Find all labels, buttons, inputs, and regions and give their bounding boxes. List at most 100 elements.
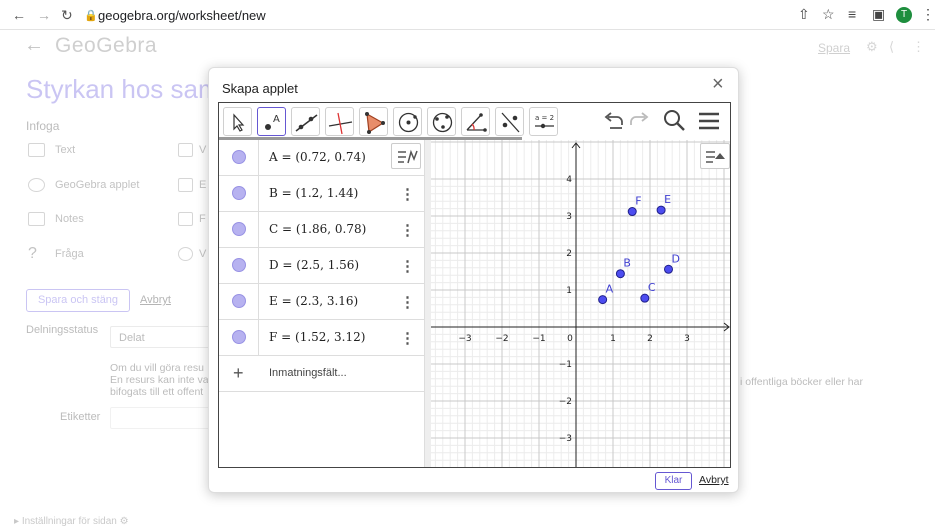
insert-question[interactable]: ? Fråga [28, 246, 84, 262]
polygon-tool-button[interactable] [359, 107, 388, 136]
x-tick-label: 2 [647, 334, 653, 344]
slider-tool-button[interactable]: a = 2 [529, 107, 558, 136]
more-options-icon[interactable]: ⋮ [400, 185, 415, 203]
coordinate-plane[interactable]: −3 −2 −1 0 1 2 3 −3 −2 −1 1 2 3 4 AB C D E F [431, 140, 730, 467]
share-icon[interactable]: ⇧ [798, 6, 810, 23]
input-row[interactable]: + Inmatningsfält... [219, 356, 425, 392]
x-tick-label: 3 [684, 334, 690, 344]
angle-tool-icon [466, 113, 487, 132]
search-icon[interactable] [662, 108, 688, 139]
back-icon[interactable]: ← [24, 34, 44, 57]
forward-arrow-icon[interactable]: → [37, 7, 51, 23]
visibility-toggle[interactable] [232, 330, 246, 344]
graphics-style-icon [706, 151, 725, 163]
applet-toolbar: A a = 2 [219, 103, 730, 140]
perpendicular-tool-icon [328, 112, 353, 135]
undo-icon[interactable] [601, 108, 627, 139]
graphics-view[interactable]: −3 −2 −1 0 1 2 3 −3 −2 −1 1 2 3 4 A B C D E F [431, 140, 730, 467]
more-options-icon[interactable]: ⋮ [400, 329, 415, 347]
more-options-icon[interactable]: ⋮ [400, 221, 415, 239]
insert-text[interactable]: Text [28, 143, 75, 157]
algebra-row[interactable]: B = (1.2, 1.44) ⋮ [219, 176, 425, 212]
x-tick-label: −1 [532, 334, 545, 344]
point-B [615, 269, 625, 279]
algebra-expression[interactable]: B = (1.2, 1.44) [269, 186, 358, 200]
visibility-toggle[interactable] [232, 258, 246, 272]
point-C [640, 293, 650, 303]
insert-geogebra-applet[interactable]: GeoGebra applet [28, 178, 139, 192]
algebra-expression[interactable]: C = (1.86, 0.78) [269, 222, 366, 236]
algebra-expression[interactable]: E = (2.3, 3.16) [269, 294, 358, 308]
point-label-B: B [623, 257, 631, 270]
reflect-tool-button[interactable] [495, 107, 524, 136]
geogebra-applet: A a = 2 A = (0.72, 0.74) B = (1.2, 1.44)… [218, 102, 731, 468]
side-panel-icon[interactable]: ▣ [872, 6, 885, 23]
visibility-toggle[interactable] [232, 150, 246, 164]
back-arrow-icon[interactable]: ← [12, 7, 26, 23]
reflect-tool-icon [501, 112, 520, 133]
globe-icon [178, 247, 193, 261]
done-button[interactable]: Klar [655, 472, 692, 490]
insert-image[interactable]: E [178, 178, 206, 192]
visibility-toggle[interactable] [232, 186, 246, 200]
circle-center-tool-button[interactable] [393, 107, 422, 136]
x-tick-label: 1 [610, 334, 616, 344]
tags-input[interactable] [110, 407, 220, 429]
cancel-link[interactable]: Avbryt [699, 474, 729, 486]
pdf-icon [178, 212, 193, 226]
visibility-toggle[interactable] [232, 294, 246, 308]
algebra-row[interactable]: F = (1.52, 3.12) ⋮ [219, 320, 425, 356]
point-tool-icon: A [265, 114, 280, 130]
algebra-row[interactable]: C = (1.86, 0.78) ⋮ [219, 212, 425, 248]
insert-video[interactable]: V [178, 143, 206, 157]
more-icon[interactable]: ⋮ [912, 39, 925, 55]
input-bar[interactable]: Inmatningsfält... [269, 367, 347, 379]
algebra-row[interactable]: E = (2.3, 3.16) ⋮ [219, 284, 425, 320]
star-icon[interactable]: ☆ [822, 6, 835, 23]
save-close-button[interactable]: Spara och stäng [26, 289, 130, 312]
kebab-menu-icon[interactable]: ⋮ [921, 6, 935, 23]
avatar[interactable]: T [896, 7, 912, 23]
angle-tool-button[interactable] [461, 107, 490, 136]
save-link[interactable]: Spara [818, 41, 850, 55]
visibility-toggle[interactable] [232, 222, 246, 236]
settings-icon[interactable]: ⚙ [866, 39, 878, 55]
hamburger-menu-icon[interactable] [696, 108, 722, 139]
share-icon[interactable]: ⟨ [889, 39, 894, 55]
cancel-link[interactable]: Avbryt [140, 294, 171, 306]
more-options-icon[interactable]: ⋮ [400, 293, 415, 311]
sharing-text-1: Om du vill göra resu [110, 362, 204, 374]
algebra-expression[interactable]: F = (1.52, 3.12) [269, 330, 365, 344]
create-applet-dialog: Skapa applet × A a = 2 A = (0.72, 0.74) … [208, 67, 739, 493]
redo-icon[interactable] [626, 108, 652, 139]
point-tool-button[interactable]: A [257, 107, 286, 136]
line-tool-button[interactable] [291, 107, 320, 136]
algebra-expression[interactable]: A = (0.72, 0.74) [269, 150, 366, 164]
graphics-style-button[interactable] [700, 143, 730, 169]
insert-notes[interactable]: Notes [28, 212, 84, 226]
plus-icon[interactable]: + [233, 363, 244, 384]
close-icon[interactable]: × [712, 73, 724, 96]
reading-list-icon[interactable]: ≡ [848, 6, 856, 22]
svg-text:a = 2: a = 2 [535, 114, 554, 122]
algebra-row[interactable]: D = (2.5, 1.56) ⋮ [219, 248, 425, 284]
y-tick-label: 2 [566, 249, 572, 259]
y-tick-label: 3 [566, 212, 572, 222]
y-tick-label: −1 [559, 360, 572, 370]
page-settings-link[interactable]: ▸ Inställningar för sidan ⚙ [14, 516, 129, 527]
insert-web[interactable]: V [178, 247, 206, 261]
perpendicular-tool-button[interactable] [325, 107, 354, 136]
move-tool-button[interactable] [223, 107, 252, 136]
more-options-icon[interactable]: ⋮ [400, 257, 415, 275]
reload-icon[interactable]: ↻ [61, 7, 73, 24]
sharing-select[interactable]: Delat [110, 326, 220, 348]
video-icon [178, 143, 193, 157]
page-title[interactable]: Styrkan hos samb [26, 74, 234, 105]
address-bar[interactable]: geogebra.org/worksheet/new [98, 8, 266, 23]
point-D [664, 264, 673, 274]
algebra-style-button[interactable] [391, 143, 421, 169]
browser-toolbar: ← → ↻ 🔒 geogebra.org/worksheet/new ⇧ ☆ ≡… [0, 0, 935, 30]
insert-pdf[interactable]: F [178, 212, 206, 226]
circle-three-points-tool-button[interactable] [427, 107, 456, 136]
algebra-expression[interactable]: D = (2.5, 1.56) [269, 258, 359, 272]
